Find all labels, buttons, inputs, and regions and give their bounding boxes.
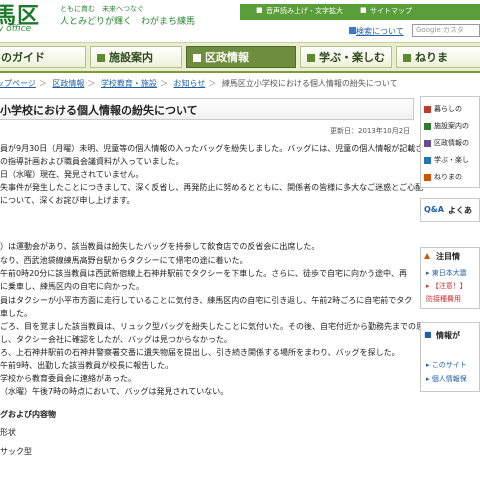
detail-line: 学校から教育委員会に連絡があった。 [0, 374, 136, 383]
notice-icon: ▲ [424, 251, 431, 260]
contents-line: 形状 [0, 428, 16, 437]
learning-icon [307, 53, 315, 62]
nav-nerima-label: ねりま [415, 51, 448, 64]
faq-label: よくあ [448, 206, 472, 215]
intro-line: について、深くお詫び申し上げます。 [0, 196, 135, 205]
info-link[interactable]: ▸ このサイト [426, 360, 467, 370]
accessibility-link[interactable]: 音声読み上げ・文字拡大 [266, 6, 343, 16]
detail-line: 午前9時、出勤した該当教員が校長に報告した。 [0, 361, 174, 370]
search-help-link[interactable]: 検索について [356, 26, 404, 37]
nerima-icon [424, 173, 431, 181]
living-icon [424, 105, 431, 113]
learning-icon [424, 156, 431, 164]
detail-line: ろ、上石神井駅前の石神井警察署交番に遺失物届を提出し、引き続き関係する場所をまわ… [0, 348, 400, 357]
intro-line: 員が9月30日（月曜）未明、児童等の個人情報の入ったバッグを紛失しました。バッグ… [0, 144, 424, 153]
info-link[interactable]: ▸ 個人情報保 [426, 374, 467, 384]
sidebar-item-nerima[interactable]: ねりまの [424, 172, 462, 185]
sidebar-item-government[interactable]: 区政情報の [424, 138, 469, 151]
nav-facilities[interactable]: 施設案内 [90, 46, 182, 68]
nav-learning[interactable]: 学ぶ・楽しむ [300, 46, 392, 68]
sidebar-item-learning[interactable]: 学ぶ・楽し [424, 155, 469, 168]
speaker-icon: ■ [256, 6, 263, 14]
search-info-icon [349, 27, 356, 34]
intro-line: の指導計画および職員会議資料が入っていました。 [0, 157, 184, 166]
info-icon: ■ [424, 330, 432, 339]
sitemap-icon: ■ [360, 6, 367, 14]
notice-link[interactable]: ▸ 【注意！】 [426, 281, 467, 291]
breadcrumb-school-education[interactable]: 学校教育・施設 [101, 79, 157, 88]
breadcrumb-notices[interactable]: お知らせ [173, 79, 205, 88]
intro-line: 日（水曜）現在、発見されていません。 [0, 170, 144, 179]
government-icon [193, 53, 201, 62]
detail-line: （水曜）午後7時の時点において、バッグは発見されていない。 [0, 387, 229, 396]
nav-government[interactable]: 区政情報 [186, 46, 296, 68]
contents-heading: グおよび内容物 [0, 410, 56, 419]
sitemap-link[interactable]: サイトマップ [370, 6, 412, 16]
notice-link[interactable]: 防接種費用 [426, 294, 461, 304]
notice-link[interactable]: ▸ 東日本大震 [426, 268, 467, 278]
detail-line: ごろ、目を覚ました該当教員は、リュック型バッグを紛失したことに気付いた。その後、… [0, 322, 432, 331]
detail-line: に乗車し、練馬区内の自宅に向かった。 [0, 282, 144, 291]
sidebar-item-living[interactable]: 暮らしの [424, 104, 462, 117]
site-logo-subtitle: y office [0, 24, 32, 34]
detail-line: なり、西武池袋線練馬高野台駅からタクシーにて帰宅の途に着いた。 [0, 256, 248, 265]
sidebar-item-facilities[interactable]: 施設案内の [424, 121, 469, 134]
nav-learning-label: 学ぶ・楽しむ [319, 51, 385, 64]
contents-line: サック型 [0, 447, 32, 456]
breadcrumb: ップページ＞ 区政情報＞ 学校教育・施設＞ お知らせ＞ 練馬区立小学校における個… [0, 78, 398, 89]
global-navigation: のガイド 施設案内 区政情報 学ぶ・楽しむ ねりま [0, 42, 480, 73]
notice-heading: 注目情 [436, 252, 460, 261]
detail-line: 員はタクシーが小平市方面に走行していることに気付き、練馬区内の自宅に引き返し、午… [0, 296, 413, 305]
tagline-line-2: 人とみどりが輝く わがまち練馬 [60, 17, 196, 27]
facilities-icon [424, 122, 431, 130]
page-title: 小学校における個人情報の紛失について [0, 104, 198, 117]
faq-icon: Q&A [424, 205, 444, 214]
tagline-line-1: ともに育む 未来へつなぐ [60, 5, 144, 13]
nav-government-label: 区政情報 [205, 51, 249, 64]
updated-date: 更新日：2013年10月2日 [330, 127, 411, 135]
breadcrumb-government[interactable]: 区政情報 [52, 79, 84, 88]
intro-line: 失事件が発生したことにつきまして、深く反省し、再発防止に努めるとともに、関係者の… [0, 183, 424, 192]
nav-nerima[interactable]: ねりま [396, 46, 480, 68]
nav-guide-label: のガイド [1, 51, 45, 64]
breadcrumb-home[interactable]: ップページ [0, 79, 36, 88]
detail-line: 午前0時20分に該当教員は西武新宿線上石神井駅前でタクシーを下車した。さらに、徒… [0, 269, 408, 278]
breadcrumb-current: 練馬区立小学校における個人情報の紛失について [221, 79, 398, 88]
nav-guide[interactable]: のガイド [0, 46, 86, 68]
nerima-icon [403, 53, 411, 62]
search-input[interactable]: Google カスタ [412, 24, 480, 37]
facility-icon [97, 53, 105, 62]
info-heading: 情報が [436, 331, 460, 340]
detail-line: し、タクシー会社に確認をしたが、バッグは見つからなかった。 [0, 335, 232, 344]
detail-line: ）は運動会があり、該当教員は紛失したバッグを持参して飲食店での反省会に出席した。 [0, 242, 320, 251]
government-icon [424, 139, 431, 147]
nav-facilities-label: 施設案内 [109, 51, 153, 64]
top-utility-bar: ■ 音声読み上げ・文字拡大 ■ サイトマップ [240, 4, 480, 20]
detail-line: 車した。 [0, 309, 32, 318]
